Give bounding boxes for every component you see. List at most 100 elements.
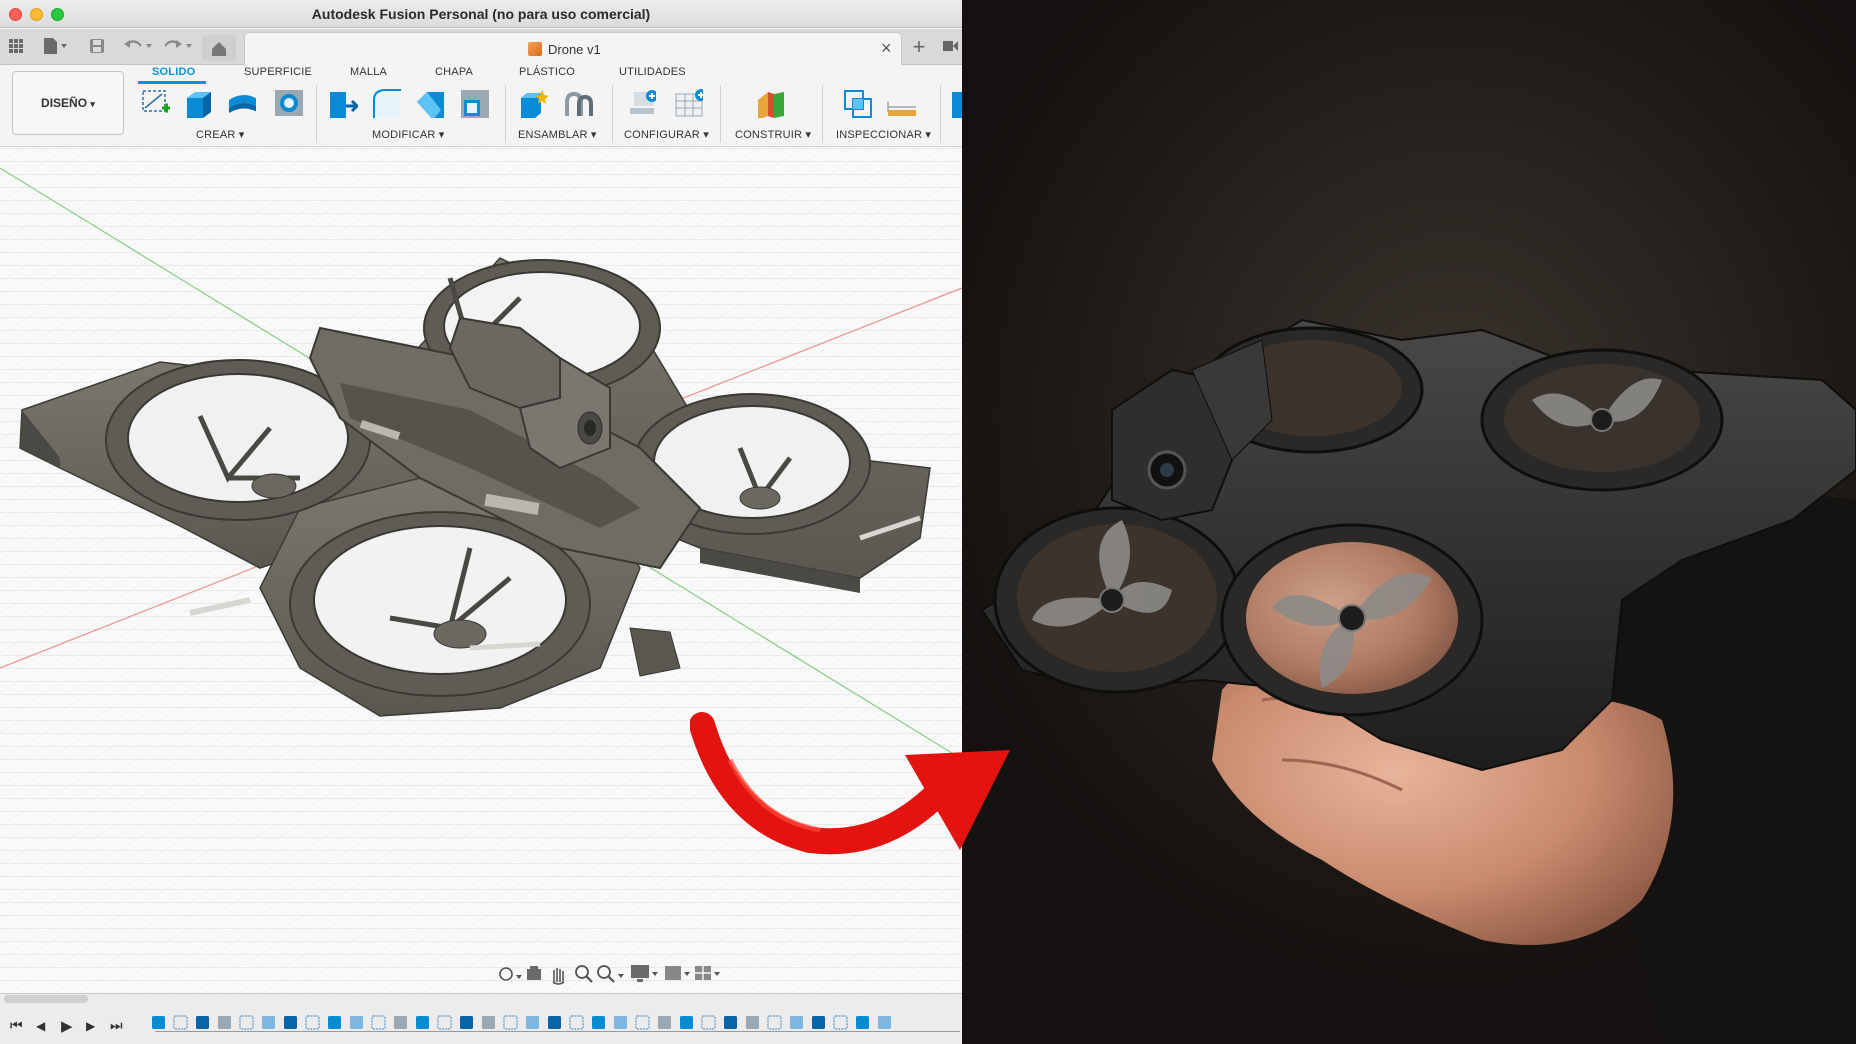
tab-solido[interactable]: SOLIDO: [152, 66, 195, 78]
timeline-feature-icon[interactable]: [239, 1015, 254, 1030]
redo-icon[interactable]: [160, 37, 192, 55]
save-icon[interactable]: [89, 38, 105, 54]
offset-plane-icon[interactable]: [754, 88, 784, 118]
create-sketch-icon[interactable]: [140, 88, 170, 118]
timeline-feature-icon[interactable]: [350, 1016, 363, 1029]
hole-icon[interactable]: [273, 88, 303, 118]
tab-chapa[interactable]: CHAPA: [435, 66, 473, 78]
timeline-feature-icon[interactable]: [680, 1016, 693, 1029]
separator: [316, 85, 317, 143]
timeline-feature-icon[interactable]: [305, 1015, 320, 1030]
configure-icon[interactable]: [626, 88, 656, 118]
timeline-feature-icon[interactable]: [746, 1016, 759, 1029]
group-inspeccionar[interactable]: INSPECCIONAR ▾: [836, 128, 931, 141]
chamfer-icon[interactable]: [414, 88, 444, 118]
tab-plastico[interactable]: PLÁSTICO: [519, 66, 575, 78]
group-ensamblar[interactable]: ENSAMBLAR ▾: [518, 128, 597, 141]
go-to-start-button[interactable]: ⏮: [10, 1017, 23, 1034]
timeline-feature-icon[interactable]: [548, 1016, 561, 1029]
go-to-end-button[interactable]: ⏭: [110, 1017, 123, 1034]
orbit-icon[interactable]: [499, 967, 522, 981]
shell-icon[interactable]: [459, 88, 489, 118]
revolve-icon[interactable]: [226, 88, 256, 118]
display-settings-icon[interactable]: [631, 965, 658, 982]
separator: [940, 85, 941, 143]
chevron-down-icon: ▾: [90, 99, 95, 109]
fit-icon[interactable]: [597, 965, 624, 983]
home-button[interactable]: [202, 35, 236, 61]
timeline-feature-icon[interactable]: [460, 1016, 473, 1029]
timeline-feature-icon[interactable]: [196, 1016, 209, 1029]
timeline-feature-icon[interactable]: [592, 1016, 605, 1029]
timeline-feature-icon[interactable]: [328, 1016, 341, 1029]
timeline-feature-icon[interactable]: [658, 1016, 671, 1029]
close-tab-button[interactable]: ×: [881, 38, 892, 59]
timeline-feature-icon[interactable]: [262, 1016, 275, 1029]
document-tab[interactable]: Drone v1 ×: [244, 32, 902, 65]
look-at-icon[interactable]: [527, 966, 541, 980]
new-tab-button[interactable]: +: [906, 35, 932, 61]
separator: [822, 85, 823, 143]
undo-icon[interactable]: [122, 37, 154, 55]
joint-icon[interactable]: [563, 88, 593, 118]
group-configurar[interactable]: CONFIGURAR ▾: [624, 128, 709, 141]
tab-utilidades[interactable]: UTILIDADES: [619, 66, 686, 78]
extensions-icon[interactable]: [940, 37, 960, 57]
measure-icon[interactable]: [886, 88, 916, 118]
component-icon: [528, 42, 542, 56]
timeline-feature-icon[interactable]: [437, 1015, 452, 1030]
timeline-feature-icon[interactable]: [569, 1015, 584, 1030]
timeline: ⏮ ◀ ▶ ▶ ⏭: [0, 993, 962, 1044]
timeline-feature-icon[interactable]: [833, 1015, 848, 1030]
workspace-switcher[interactable]: DISEÑO ▾: [12, 71, 124, 135]
pan-icon[interactable]: [552, 968, 565, 985]
timeline-feature-icon[interactable]: [878, 1016, 891, 1029]
timeline-feature-icon[interactable]: [767, 1015, 782, 1030]
visual-style-icon[interactable]: [665, 966, 690, 980]
press-pull-icon[interactable]: [328, 88, 358, 118]
navigation-bar: [499, 965, 720, 985]
timeline-feature-icon[interactable]: [701, 1015, 716, 1030]
timeline-feature-icon[interactable]: [503, 1015, 518, 1030]
grid-icon[interactable]: [8, 38, 24, 54]
ribbon-toolbar: DISEÑO ▾ SOLIDO SUPERFICIE MALLA CHAPA P…: [0, 65, 962, 147]
timeline-feature-icon[interactable]: [218, 1016, 231, 1029]
timeline-feature-icon[interactable]: [173, 1015, 188, 1030]
timeline-feature-icon[interactable]: [371, 1015, 386, 1030]
select-icon[interactable]: [948, 88, 962, 118]
timeline-feature-icon[interactable]: [812, 1016, 825, 1029]
configuration-table-icon[interactable]: [673, 88, 703, 118]
timeline-scrollbar[interactable]: [4, 995, 88, 1003]
step-back-button[interactable]: ◀: [36, 1019, 45, 1033]
interference-icon[interactable]: [842, 88, 872, 118]
timeline-feature-icon[interactable]: [526, 1016, 539, 1029]
new-component-icon[interactable]: [518, 88, 548, 118]
group-modificar[interactable]: MODIFICAR ▾: [372, 128, 445, 141]
active-tab-indicator: [138, 81, 206, 84]
workspace-label: DISEÑO: [41, 96, 88, 110]
fillet-icon[interactable]: [371, 88, 401, 118]
tab-superficie[interactable]: SUPERFICIE: [244, 66, 312, 78]
viewports-icon[interactable]: [695, 966, 720, 980]
timeline-feature-icon[interactable]: [416, 1016, 429, 1029]
document-tab-bar: Drone v1 × +: [0, 29, 962, 65]
timeline-feature-icon[interactable]: [614, 1016, 627, 1029]
timeline-feature-icon[interactable]: [152, 1016, 165, 1029]
separator: [505, 85, 506, 143]
timeline-feature-icon[interactable]: [724, 1016, 737, 1029]
group-crear[interactable]: CREAR ▾: [196, 128, 244, 141]
timeline-feature-icon[interactable]: [790, 1016, 803, 1029]
zoom-icon[interactable]: [575, 965, 593, 983]
transformation-arrow-icon: [690, 712, 1010, 855]
tab-malla[interactable]: MALLA: [350, 66, 387, 78]
timeline-feature-icon[interactable]: [856, 1016, 869, 1029]
play-button[interactable]: ▶: [61, 1017, 73, 1035]
extrude-icon[interactable]: [183, 88, 213, 118]
step-forward-button[interactable]: ▶: [86, 1019, 95, 1033]
group-construir[interactable]: CONSTRUIR ▾: [735, 128, 811, 141]
timeline-feature-icon[interactable]: [284, 1016, 297, 1029]
timeline-feature-icon[interactable]: [394, 1016, 407, 1029]
file-icon[interactable]: [42, 37, 68, 55]
timeline-feature-icon[interactable]: [635, 1015, 650, 1030]
timeline-feature-icon[interactable]: [482, 1016, 495, 1029]
